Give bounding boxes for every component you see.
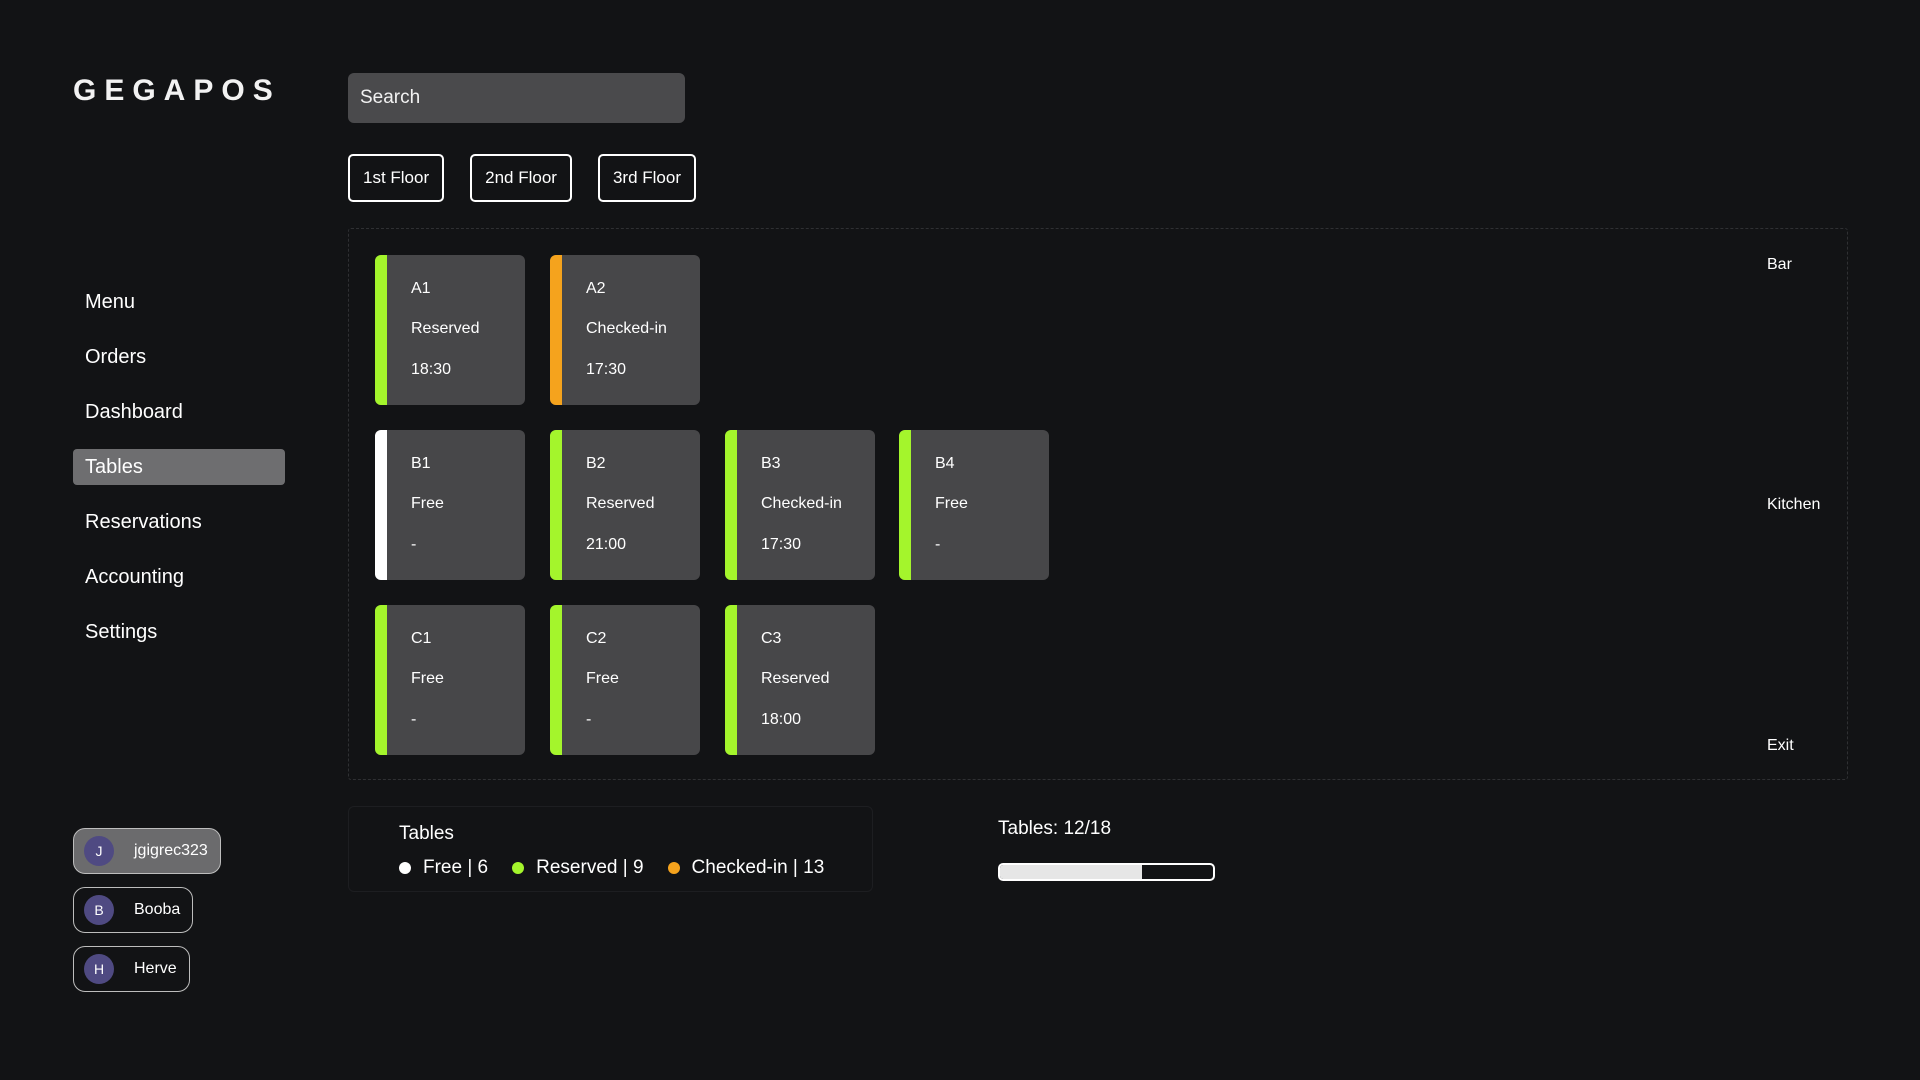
table-name: B2 — [586, 455, 606, 472]
legend-item-checked-in: Checked-in | 13 — [667, 857, 825, 879]
user-chip-booba[interactable]: B Booba — [73, 887, 194, 933]
legend-dot — [667, 862, 680, 874]
table-time: - — [411, 536, 417, 553]
user-chip-jgigrec323[interactable]: J jgigrec323 — [73, 828, 221, 874]
table-status: Free — [411, 670, 444, 687]
tables-count-label: Tables: 12/18 — [998, 818, 1112, 839]
table-name: A1 — [411, 280, 431, 297]
table-time: - — [411, 711, 417, 728]
status-strip — [899, 430, 911, 580]
table-card-b2[interactable]: B2 Reserved 21:00 — [550, 430, 700, 580]
legend-items: Free | 6 Reserved | 9 Checked-in | 13 — [399, 857, 848, 879]
user-list: J jgigrec323 B Booba H Herve — [73, 828, 221, 1005]
table-card-c2[interactable]: C2 Free - — [550, 605, 700, 755]
user-name: Booba — [134, 901, 181, 918]
nav-item-menu[interactable]: Menu — [73, 284, 285, 320]
nav-item-reservations[interactable]: Reservations — [73, 504, 285, 540]
area-label-kitchen: Kitchen — [1767, 496, 1821, 513]
legend-dot — [399, 862, 411, 874]
status-strip — [375, 430, 387, 580]
area-label-exit: Exit — [1767, 737, 1794, 754]
legend-label: Reserved | 9 — [536, 857, 644, 878]
legend-label: Free | 6 — [423, 857, 489, 878]
table-status: Reserved — [761, 670, 830, 687]
table-time: 18:30 — [411, 361, 452, 378]
status-strip — [375, 605, 387, 755]
legend-label: Checked-in | 13 — [691, 857, 825, 878]
table-card-a2[interactable]: A2 Checked-in 17:30 — [550, 255, 700, 405]
nav-item-settings[interactable]: Settings — [73, 614, 285, 650]
table-time: 17:30 — [586, 361, 627, 378]
status-strip — [725, 605, 737, 755]
app-root: GEGAPOS Menu Orders Dashboard Tables Res… — [0, 0, 1920, 1080]
avatar: B — [84, 895, 114, 925]
area-label-bar: Bar — [1767, 256, 1792, 273]
table-name: C3 — [761, 630, 782, 647]
legend-item-free: Free | 6 — [399, 857, 488, 879]
table-time: - — [935, 536, 941, 553]
table-status: Checked-in — [761, 495, 842, 512]
legend-item-reserved: Reserved | 9 — [512, 857, 644, 879]
avatar: H — [84, 954, 114, 984]
table-status: Reserved — [586, 495, 655, 512]
table-name: B1 — [411, 455, 431, 472]
table-status: Free — [935, 495, 968, 512]
tables-progress-bar — [998, 863, 1215, 881]
table-card-b4[interactable]: B4 Free - — [899, 430, 1049, 580]
status-strip — [550, 255, 562, 405]
nav-item-tables[interactable]: Tables — [73, 449, 285, 485]
search-input[interactable] — [348, 73, 685, 123]
status-strip — [550, 605, 562, 755]
user-name: Herve — [134, 960, 177, 977]
floor-tabs: 1st Floor 2nd Floor 3rd Floor — [348, 154, 722, 202]
avatar: J — [84, 836, 114, 866]
status-strip — [725, 430, 737, 580]
table-name: C1 — [411, 630, 432, 647]
app-logo: GEGAPOS — [73, 74, 281, 107]
progress-fill — [1000, 865, 1143, 879]
table-card-b1[interactable]: B1 Free - — [375, 430, 525, 580]
table-status: Reserved — [411, 320, 480, 337]
table-name: B3 — [761, 455, 781, 472]
floor-plan: A1 Reserved 18:30 A2 Checked-in 17:30 B1… — [348, 228, 1848, 780]
table-card-a1[interactable]: A1 Reserved 18:30 — [375, 255, 525, 405]
table-time: 18:00 — [761, 711, 802, 728]
nav-item-accounting[interactable]: Accounting — [73, 559, 285, 595]
table-status: Checked-in — [586, 320, 667, 337]
nav-item-dashboard[interactable]: Dashboard — [73, 394, 285, 430]
table-time: 21:00 — [586, 536, 627, 553]
legend-title: Tables — [399, 823, 454, 844]
table-time: - — [586, 711, 592, 728]
table-status: Free — [586, 670, 619, 687]
legend-dot — [512, 862, 525, 874]
table-time: 17:30 — [761, 536, 802, 553]
table-name: B4 — [935, 455, 955, 472]
user-chip-herve[interactable]: H Herve — [73, 946, 190, 992]
table-status: Free — [411, 495, 444, 512]
table-card-c3[interactable]: C3 Reserved 18:00 — [725, 605, 875, 755]
table-name: A2 — [586, 280, 606, 297]
table-card-c1[interactable]: C1 Free - — [375, 605, 525, 755]
user-name: jgigrec323 — [134, 842, 208, 859]
nav-item-orders[interactable]: Orders — [73, 339, 285, 375]
floor-button-3rd[interactable]: 3rd Floor — [597, 154, 696, 202]
sidebar-nav: Menu Orders Dashboard Tables Reservation… — [73, 284, 285, 669]
table-card-b3[interactable]: B3 Checked-in 17:30 — [725, 430, 875, 580]
status-strip — [375, 255, 387, 405]
table-legend: Tables Free | 6 Reserved | 9 Checked-in … — [348, 806, 873, 892]
floor-button-1st[interactable]: 1st Floor — [348, 154, 445, 202]
table-name: C2 — [586, 630, 607, 647]
status-strip — [550, 430, 562, 580]
floor-button-2nd[interactable]: 2nd Floor — [470, 154, 572, 202]
